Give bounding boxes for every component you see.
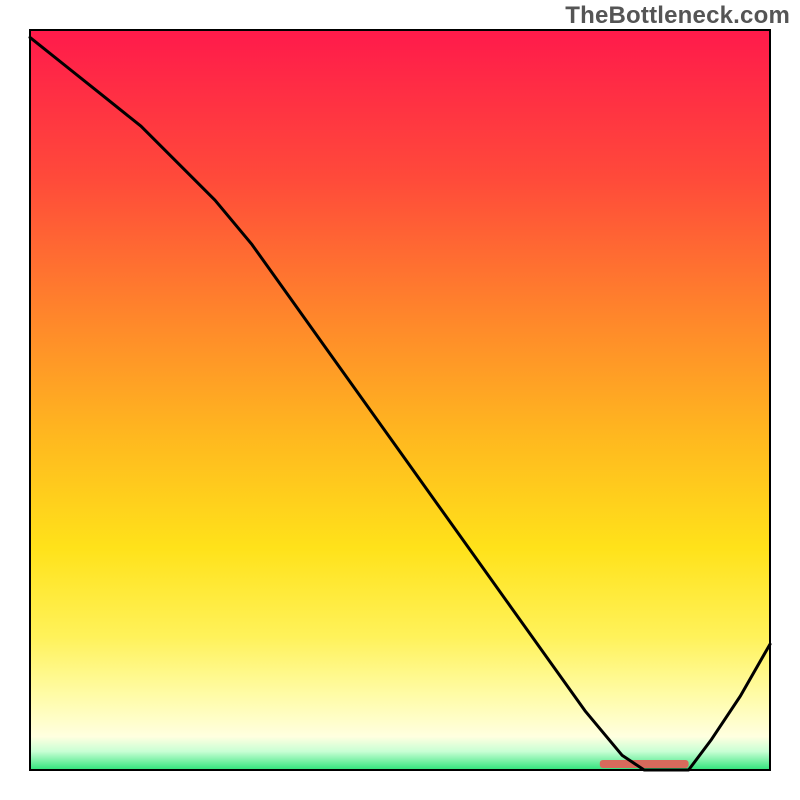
watermark-label: TheBottleneck.com xyxy=(565,2,790,30)
optimal-band-marker xyxy=(600,760,689,768)
chart-background xyxy=(30,30,770,770)
bottleneck-chart xyxy=(0,0,800,800)
chart-container: TheBottleneck.com xyxy=(0,0,800,800)
